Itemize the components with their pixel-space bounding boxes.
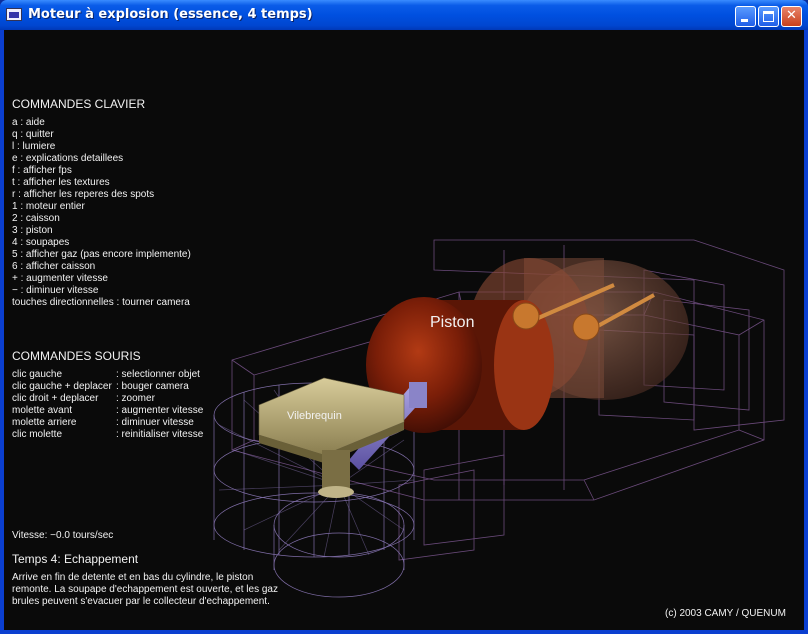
mouse-command-key: clic gauche + deplacer	[12, 381, 112, 392]
mouse-command: molette avant : augmenter vitesse	[12, 405, 203, 417]
mouse-commands-title: COMMANDES SOURIS	[12, 349, 141, 363]
keyboard-command: + : augmenter vitesse	[12, 273, 108, 284]
mouse-command-action: : diminuer vitesse	[116, 417, 194, 428]
mouse-command-action: : augmenter vitesse	[116, 405, 204, 416]
mouse-command-action: : bouger camera	[116, 381, 189, 392]
stage-description-line: brules peuvent s'evacuer par le collecte…	[12, 596, 270, 607]
keyboard-command: r : afficher les reperes des spots	[12, 189, 155, 200]
keyboard-command: 3 : piston	[12, 225, 53, 236]
keyboard-command: − : diminuer vitesse	[12, 285, 99, 296]
mouse-command-action: : zoomer	[116, 393, 155, 404]
minimize-icon	[741, 19, 748, 22]
stage-title: Temps 4: Echappement	[12, 552, 139, 566]
keyboard-commands-title: COMMANDES CLAVIER	[12, 97, 146, 111]
keyboard-command: 2 : caisson	[12, 213, 60, 224]
stage-description-line: Arrive en fin de detente et en bas du cy…	[12, 572, 254, 583]
vilebrequin-label: Vilebrequin	[287, 410, 342, 422]
mouse-command-key: molette arriere	[12, 417, 77, 428]
keyboard-command: e : explications detaillees	[12, 153, 124, 164]
mouse-command-action: : reinitialiser vitesse	[116, 429, 204, 440]
keyboard-command: touches directionnelles : tourner camera	[12, 297, 190, 308]
keyboard-command: 5 : afficher gaz (pas encore implemente)	[12, 249, 191, 260]
rod-end[interactable]	[409, 382, 427, 408]
mouse-command-key: clic molette	[12, 429, 63, 440]
keyboard-command: t : afficher les textures	[12, 177, 110, 188]
maximize-button[interactable]	[758, 6, 779, 27]
keyboard-command: 4 : soupapes	[12, 237, 70, 248]
mouse-command: clic molette : reinitialiser vitesse	[12, 429, 203, 441]
mouse-command: clic droit + deplacer : zoomer	[12, 393, 203, 405]
mouse-command-key: clic gauche	[12, 369, 63, 380]
stage-description-line: remonte. La soupape d'echappement est ou…	[12, 584, 278, 595]
mouse-command: clic gauche + deplacer : bouger camera	[12, 381, 203, 393]
maximize-icon	[763, 11, 774, 22]
keyboard-command: q : quitter	[12, 129, 54, 140]
window-title: Moteur à explosion (essence, 4 temps)	[28, 7, 313, 22]
app-icon[interactable]	[6, 8, 22, 21]
keyboard-command: f : afficher fps	[12, 165, 72, 176]
mouse-command-key: molette avant	[12, 405, 73, 416]
crankshaft[interactable]	[258, 377, 405, 498]
mouse-command: clic gauche : selectionner objet	[12, 369, 203, 381]
opengl-viewport[interactable]: Piston Vilebrequin COMMANDES CLAVIER a :…	[4, 30, 804, 630]
piston-label: Piston	[430, 314, 475, 331]
mouse-command: molette arriere : diminuer vitesse	[12, 417, 203, 429]
keyboard-command: 1 : moteur entier	[12, 201, 85, 212]
mouse-commands-list: clic gauche : selectionner objet clic gau…	[12, 369, 203, 441]
close-icon: ✕	[786, 8, 797, 23]
close-button[interactable]: ✕	[781, 6, 802, 27]
keyboard-command: l : lumiere	[12, 141, 56, 152]
credits: (c) 2003 CAMY / QUENUM	[665, 608, 786, 619]
speed-readout: Vitesse: −0.0 tours/sec	[12, 530, 114, 541]
keyboard-command: a : aide	[12, 117, 45, 128]
minimize-button[interactable]	[735, 6, 756, 27]
stage-description: Arrive en fin de detente et en bas du cy…	[12, 572, 278, 608]
keyboard-command: 6 : afficher caisson	[12, 261, 96, 272]
mouse-command-key: clic droit + deplacer	[12, 393, 99, 404]
title-bar[interactable]: Moteur à explosion (essence, 4 temps) ✕	[0, 0, 808, 30]
app-window: Moteur à explosion (essence, 4 temps) ✕	[0, 0, 808, 634]
mouse-command-action: : selectionner objet	[116, 369, 200, 380]
keyboard-commands-list: a : aide q : quitter l : lumiere e : exp…	[12, 117, 191, 309]
